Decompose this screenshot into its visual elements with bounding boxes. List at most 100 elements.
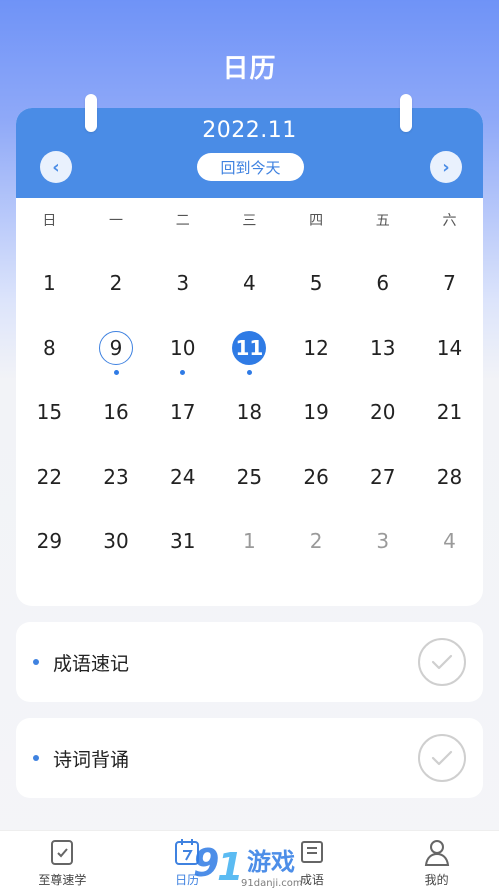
calendar-cell: 22 <box>16 448 83 513</box>
calendar-day[interactable]: 31 <box>166 524 200 558</box>
check-circle-icon[interactable] <box>418 734 466 782</box>
calendar-day[interactable]: 20 <box>366 395 400 429</box>
calendar-cell: 7 <box>416 254 483 319</box>
bullet-dot <box>33 659 39 665</box>
calendar-day[interactable]: 23 <box>99 460 133 494</box>
calendar-day[interactable]: 1 <box>32 266 66 300</box>
calendar-day[interactable]: 22 <box>32 460 66 494</box>
weekday-label: 六 <box>442 213 457 229</box>
calendar-cell: 19 <box>283 383 350 448</box>
calendar-card: 2022.11 ‹ 回到今天 › 日 一 二 三 四 五 六 123456789… <box>16 94 483 606</box>
calendar-day[interactable]: 1 <box>232 524 266 558</box>
calendar-day[interactable]: 15 <box>32 395 66 429</box>
calendar-day[interactable]: 5 <box>299 266 333 300</box>
tab-label: 我的 <box>424 873 449 887</box>
calendar-day[interactable]: 21 <box>432 395 466 429</box>
calendar-day[interactable]: 3 <box>366 524 400 558</box>
calendar-day[interactable]: 18 <box>232 395 266 429</box>
calendar-day[interactable]: 12 <box>299 331 333 365</box>
binder-ring-left <box>85 94 97 132</box>
weekday-label: 一 <box>109 213 124 229</box>
calendar-cell: 10 <box>149 319 216 384</box>
calendar-day[interactable]: 28 <box>432 460 466 494</box>
calendar-day[interactable]: 19 <box>299 395 333 429</box>
calendar-day[interactable]: 10 <box>166 331 200 365</box>
calendar-day[interactable]: 30 <box>99 524 133 558</box>
chevron-left-icon: ‹ <box>52 156 60 178</box>
binder-ring-right <box>400 94 412 132</box>
next-month-button[interactable]: › <box>430 151 462 183</box>
activity-dot <box>113 369 119 375</box>
calendar-cell: 18 <box>216 383 283 448</box>
calendar-day[interactable]: 14 <box>432 331 466 365</box>
checklist-icon <box>47 837 77 867</box>
calendar-day[interactable]: 27 <box>366 460 400 494</box>
calendar-day-today[interactable]: 11 <box>232 330 267 365</box>
calendar-day[interactable]: 7 <box>432 266 466 300</box>
tab-calendar[interactable]: 日历 <box>125 831 250 893</box>
calendar-cell: 8 <box>16 319 83 384</box>
activity-dot <box>246 369 252 375</box>
calendar-day[interactable]: 3 <box>166 266 200 300</box>
weekday-label: 五 <box>375 213 390 229</box>
prev-month-button[interactable]: ‹ <box>40 151 72 183</box>
calendar-cell: 2 <box>283 512 350 577</box>
calendar-icon <box>172 837 202 867</box>
calendar-cell: 4 <box>416 512 483 577</box>
calendar-week-row: 29 30 31 1 2 3 4 <box>16 512 483 577</box>
calendar-cell: 29 <box>16 512 83 577</box>
calendar-cell: 3 <box>349 512 416 577</box>
calendar-week-row: 8 9 10 11 12 13 14 <box>16 319 483 384</box>
calendar-cell: 23 <box>83 448 150 513</box>
task-item-idiom[interactable]: 成语速记 <box>16 622 483 702</box>
tab-study[interactable]: 至尊速学 <box>0 831 125 893</box>
calendar-cell: 4 <box>216 254 283 319</box>
calendar-day-selected[interactable]: 9 <box>99 330 134 365</box>
calendar-day[interactable]: 17 <box>166 395 200 429</box>
calendar-cell: 1 <box>216 512 283 577</box>
weekday-label: 三 <box>242 213 257 229</box>
weekday-header: 日 一 二 三 四 五 六 <box>16 210 483 230</box>
calendar-day[interactable]: 4 <box>432 524 466 558</box>
bottom-tab-bar: 至尊速学 日历 成语 我的 <box>0 830 499 893</box>
calendar-cell: 3 <box>149 254 216 319</box>
calendar-cell: 24 <box>149 448 216 513</box>
weekday-label: 二 <box>175 213 190 229</box>
calendar-day[interactable]: 2 <box>299 524 333 558</box>
calendar-day[interactable]: 24 <box>166 460 200 494</box>
calendar-day[interactable]: 25 <box>232 460 266 494</box>
calendar-cell: 27 <box>349 448 416 513</box>
calendar-cell: 6 <box>349 254 416 319</box>
calendar-cell: 28 <box>416 448 483 513</box>
calendar-cell: 15 <box>16 383 83 448</box>
task-label: 成语速记 <box>53 652 130 675</box>
calendar-day[interactable]: 16 <box>99 395 133 429</box>
calendar-cell: 12 <box>283 319 350 384</box>
calendar-cell: 31 <box>149 512 216 577</box>
calendar-week-row: 22 23 24 25 26 27 28 <box>16 448 483 513</box>
tab-idiom[interactable]: 成语 <box>250 831 375 893</box>
calendar-cell: 5 <box>283 254 350 319</box>
calendar-week-row: 1234567 <box>16 254 483 319</box>
calendar-cell: 17 <box>149 383 216 448</box>
task-item-poetry[interactable]: 诗词背诵 <box>16 718 483 798</box>
calendar-day[interactable]: 6 <box>366 266 400 300</box>
calendar-week-row: 15 16 17 18 19 20 21 <box>16 383 483 448</box>
calendar-day[interactable]: 13 <box>366 331 400 365</box>
calendar-day[interactable]: 29 <box>32 524 66 558</box>
calendar-cell: 16 <box>83 383 150 448</box>
calendar-cell: 25 <box>216 448 283 513</box>
tab-profile[interactable]: 我的 <box>374 831 499 893</box>
calendar-day[interactable]: 4 <box>232 266 266 300</box>
calendar-day[interactable]: 2 <box>99 266 133 300</box>
calendar-day[interactable]: 26 <box>299 460 333 494</box>
weekday-label: 四 <box>309 213 324 229</box>
calendar-cell: 20 <box>349 383 416 448</box>
calendar-day[interactable]: 8 <box>32 331 66 365</box>
task-label: 诗词背诵 <box>53 748 130 771</box>
calendar-cell: 1 <box>16 254 83 319</box>
back-to-today-button[interactable]: 回到今天 <box>197 153 304 181</box>
check-circle-icon[interactable] <box>418 638 466 686</box>
chevron-right-icon: › <box>442 156 450 178</box>
calendar-cell: 14 <box>416 319 483 384</box>
